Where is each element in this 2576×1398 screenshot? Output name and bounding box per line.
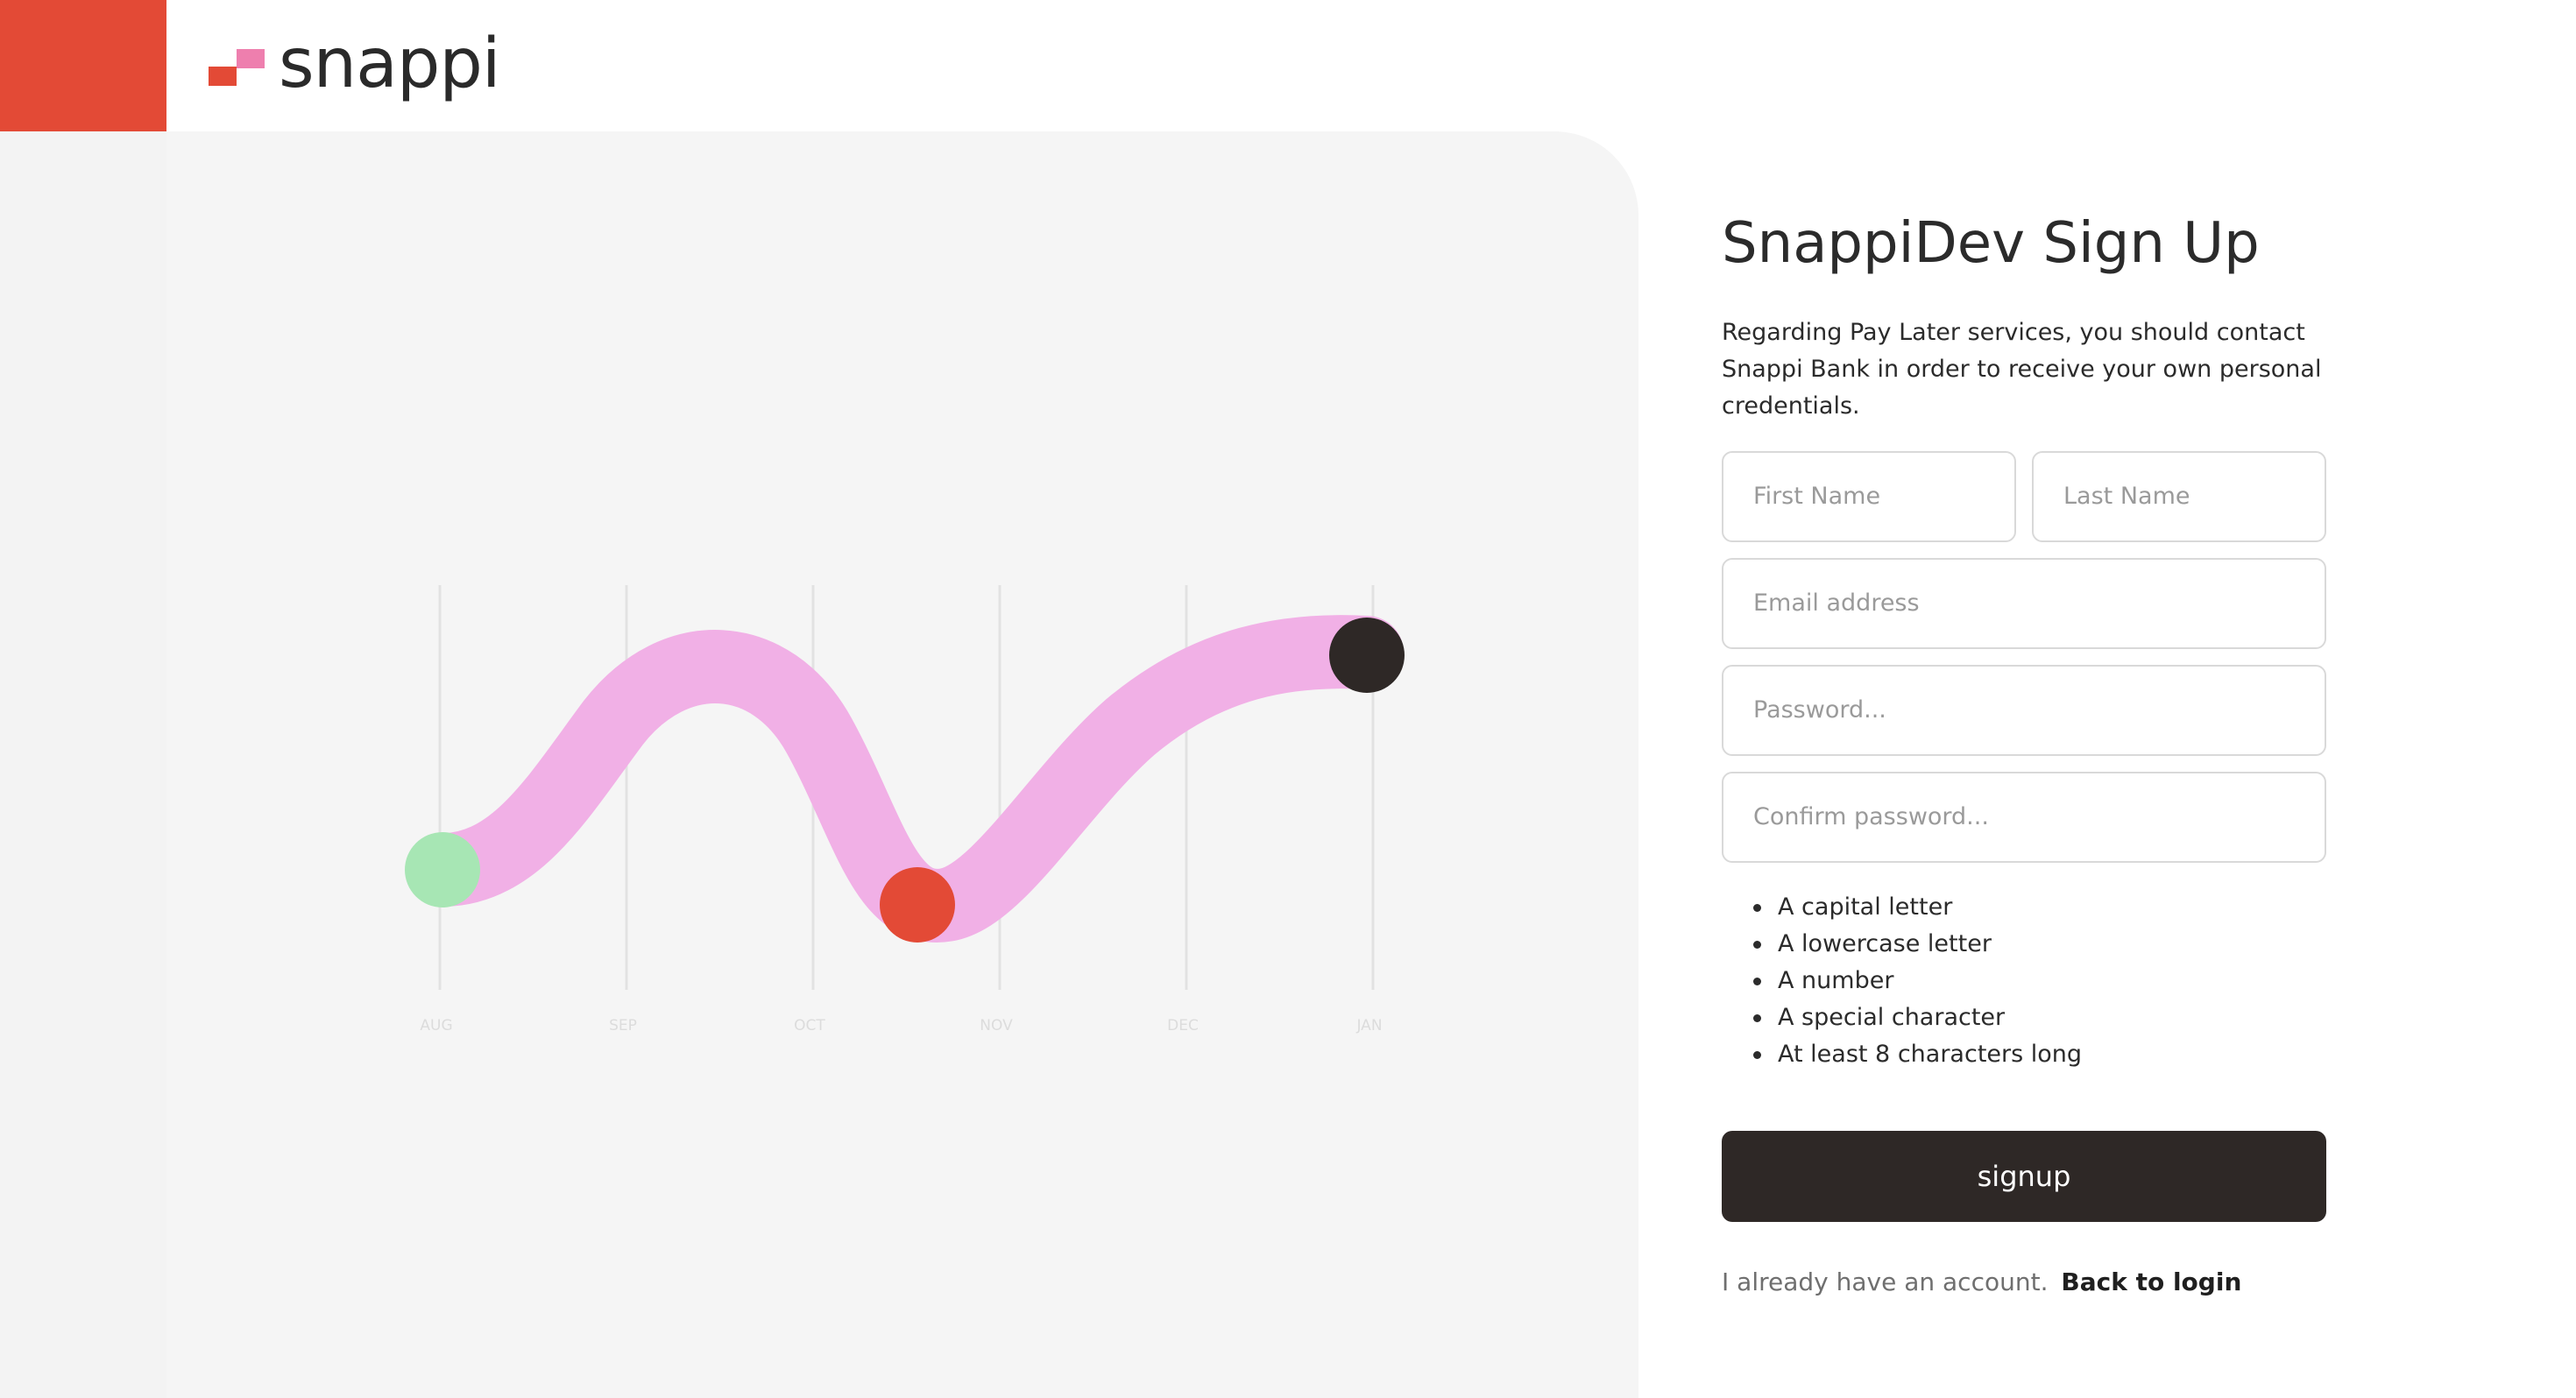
- password-rule-number: A number: [1753, 963, 2326, 999]
- login-prompt-line: I already have an account. Back to login: [1722, 1267, 2326, 1296]
- confirm-password-input[interactable]: [1722, 771, 2326, 863]
- form-description: Regarding Pay Later services, you should…: [1722, 318, 2322, 420]
- signup-button[interactable]: signup: [1722, 1130, 2326, 1222]
- illustration-mid-dot: [880, 867, 955, 943]
- password-rule-capital: A capital letter: [1753, 889, 2326, 926]
- first-name-input[interactable]: [1722, 450, 2016, 542]
- month-label-aug: AUG: [420, 1017, 452, 1034]
- page-title: SnappiDev Sign Up: [1722, 211, 2260, 276]
- illustration-wave: [406, 615, 1404, 943]
- illustration-end-dot: [1329, 618, 1405, 693]
- password-rule-lowercase: A lowercase letter: [1753, 926, 2326, 963]
- back-to-login-link[interactable]: Back to login: [2061, 1267, 2241, 1296]
- name-row: [1722, 450, 2326, 542]
- illustration-month-labels: AUG SEP OCT NOV DEC JAN: [420, 1017, 1382, 1034]
- month-label-oct: OCT: [794, 1017, 825, 1034]
- email-input[interactable]: [1722, 557, 2326, 649]
- month-label-dec: DEC: [1167, 1017, 1199, 1034]
- month-label-sep: SEP: [609, 1017, 637, 1034]
- password-rule-length: At least 8 characters long: [1753, 1036, 2326, 1073]
- last-name-input[interactable]: [2032, 450, 2326, 542]
- password-rules-list: A capital letter A lowercase letter A nu…: [1753, 889, 2326, 1073]
- wave-illustration: AUG SEP OCT NOV DEC JAN: [405, 585, 1405, 1034]
- password-input[interactable]: [1722, 664, 2326, 756]
- login-prompt-text: I already have an account.: [1722, 1267, 2049, 1296]
- illustration-start-dot: [405, 832, 480, 907]
- signup-page: snappi AUG SEP OCT NOV DEC JAN SnappiDev Sign…: [0, 0, 2576, 1398]
- month-label-nov: NOV: [980, 1017, 1013, 1034]
- month-label-jan: JAN: [1355, 1017, 1382, 1034]
- password-rule-special: A special character: [1753, 999, 2326, 1036]
- signup-form: SnappiDev Sign Up Regarding Pay Later se…: [1722, 210, 2326, 1296]
